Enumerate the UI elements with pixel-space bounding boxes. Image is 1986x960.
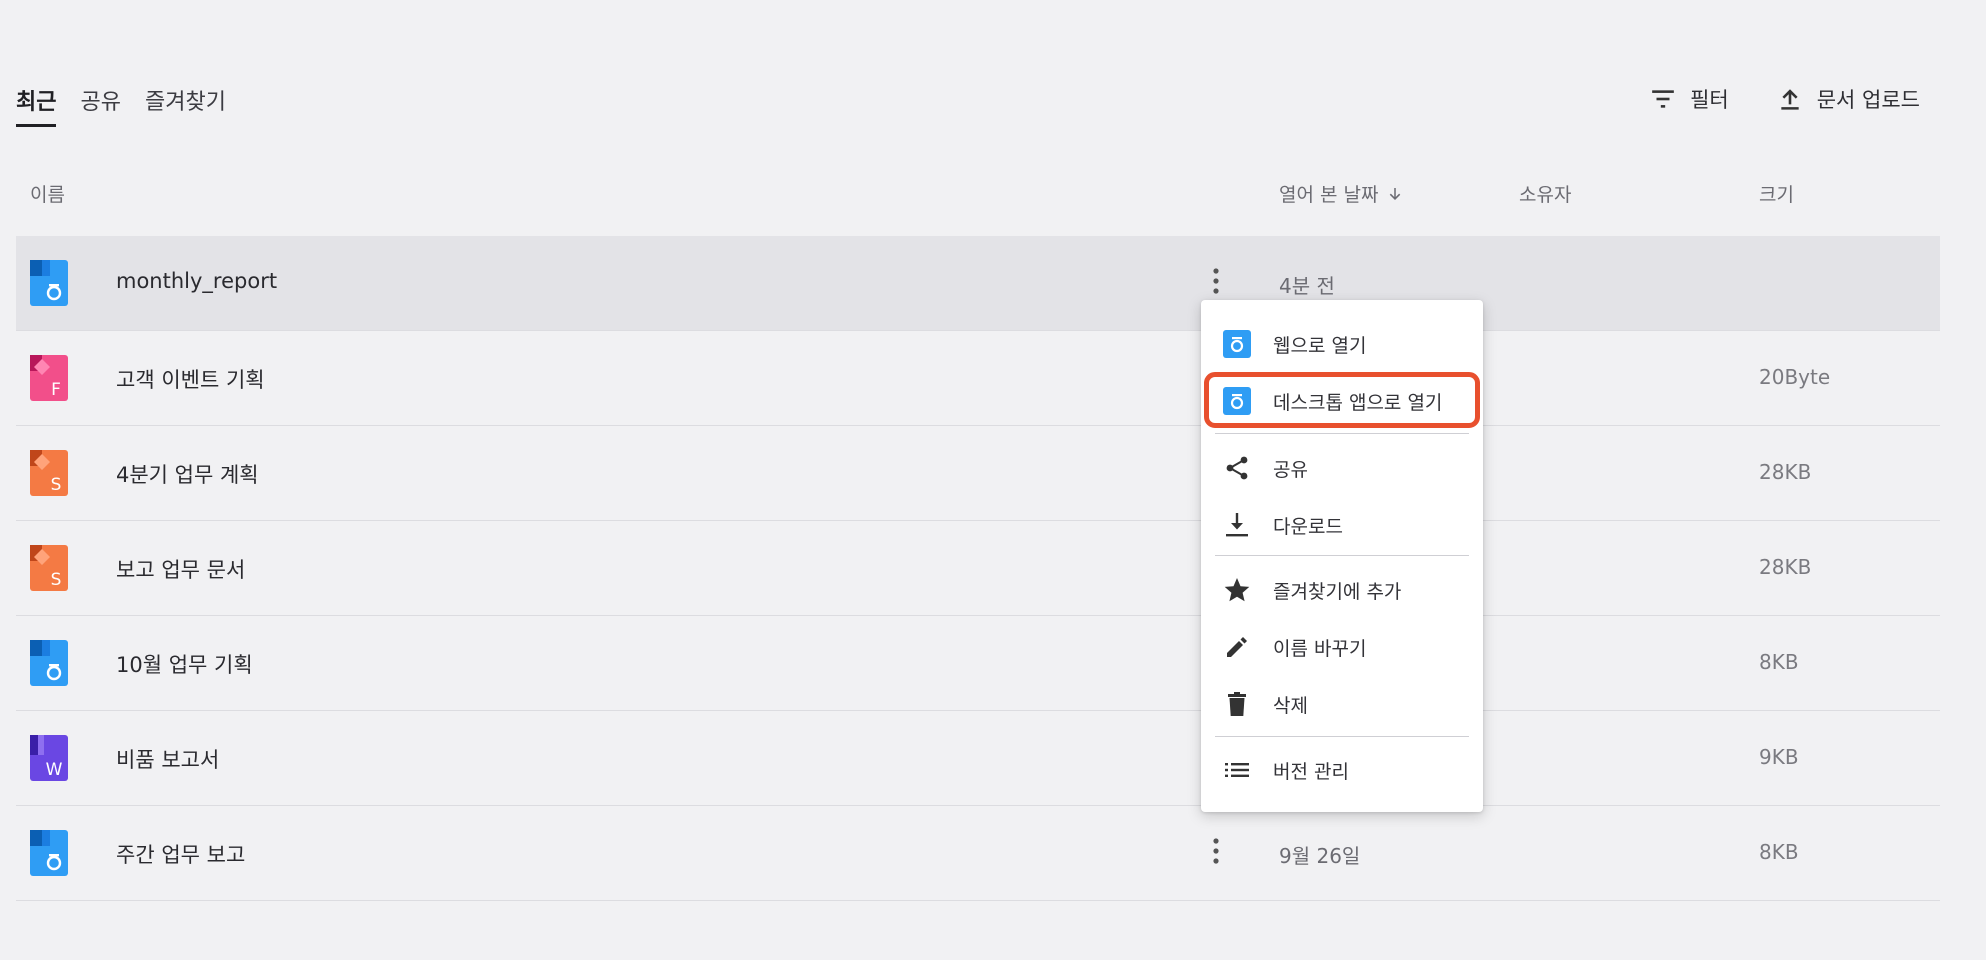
tab-bar: 최근 공유 즐겨찾기	[16, 84, 226, 127]
filter-icon	[1652, 90, 1674, 108]
context-menu: 웹으로 열기 데스크톱 앱으로 열기 공유 다운로드 즐겨찾기에 추가 이름 바…	[1201, 300, 1483, 812]
table-header: 이름 열어 본 날짜 소유자 크기	[16, 180, 1940, 232]
rename-menu-item[interactable]: 이름 바꾸기	[1201, 621, 1483, 671]
table-row[interactable]: monthly_report 4분 전	[16, 236, 1940, 331]
rename-label: 이름 바꾸기	[1273, 638, 1367, 660]
add-favorite-label: 즐겨찾기에 추가	[1273, 581, 1402, 603]
list-icon	[1225, 763, 1249, 777]
sheet-doc-icon: S	[30, 545, 68, 591]
file-name[interactable]: 비품 보고서	[116, 744, 219, 774]
file-name[interactable]: monthly_report	[116, 269, 277, 293]
download-menu-item[interactable]: 다운로드	[1201, 499, 1483, 549]
file-size: 9KB	[1759, 745, 1799, 769]
menu-divider	[1215, 736, 1469, 737]
sheet-doc-icon: S	[30, 450, 68, 496]
table-row[interactable]: 10월 업무 기획 8KB	[16, 616, 1940, 711]
column-header-opened[interactable]: 열어 본 날짜	[1279, 180, 1404, 207]
upload-icon	[1781, 89, 1799, 110]
file-name[interactable]: 보고 업무 문서	[116, 554, 245, 584]
table-row[interactable]: W 비품 보고서 9KB	[16, 711, 1940, 806]
toolbar: 필터 문서 업로드	[1650, 84, 1920, 114]
hangul-doc-icon	[30, 260, 68, 306]
file-size: 28KB	[1759, 555, 1812, 579]
file-size: 8KB	[1759, 650, 1799, 674]
delete-label: 삭제	[1273, 695, 1308, 717]
more-options-icon[interactable]	[1208, 266, 1224, 296]
hangul-doc-icon	[30, 830, 68, 876]
open-desktop-app-menu-item[interactable]: 데스크톱 앱으로 열기	[1204, 372, 1480, 428]
hangul-app-icon	[1223, 387, 1251, 415]
column-header-opened-label: 열어 본 날짜	[1279, 184, 1379, 206]
column-header-size[interactable]: 크기	[1759, 180, 1794, 207]
share-label: 공유	[1273, 459, 1308, 481]
file-name[interactable]: 10월 업무 기획	[116, 649, 253, 679]
open-desktop-app-label: 데스크톱 앱으로 열기	[1273, 392, 1443, 414]
file-size: 28KB	[1759, 460, 1812, 484]
file-name[interactable]: 주간 업무 보고	[116, 839, 245, 869]
more-options-icon[interactable]	[1208, 836, 1224, 866]
column-header-name[interactable]: 이름	[30, 180, 65, 207]
tab-shared[interactable]: 공유	[80, 84, 120, 127]
table-row[interactable]: 주간 업무 보고 9월 26일 8KB	[16, 806, 1940, 901]
menu-divider	[1215, 433, 1469, 434]
file-name[interactable]: 고객 이벤트 기획	[116, 364, 265, 394]
add-favorite-menu-item[interactable]: 즐겨찾기에 추가	[1201, 564, 1483, 614]
filter-button[interactable]: 필터	[1650, 84, 1729, 114]
download-icon	[1226, 513, 1248, 537]
table-row[interactable]: S 4분기 업무 계획 28KB	[16, 426, 1940, 521]
file-name[interactable]: 4분기 업무 계획	[116, 459, 259, 489]
filter-label: 필터	[1690, 88, 1729, 112]
word-doc-icon: W	[30, 735, 68, 781]
upload-label: 문서 업로드	[1816, 88, 1920, 112]
svg-text:W: W	[46, 760, 63, 780]
trash-icon	[1228, 692, 1246, 716]
share-icon	[1226, 456, 1248, 480]
opened-date: 9월 26일	[1279, 844, 1361, 868]
tab-recent[interactable]: 최근	[16, 84, 57, 127]
hangul-app-icon	[1223, 330, 1251, 358]
table-row[interactable]: S 보고 업무 문서 28KB	[16, 521, 1940, 616]
pencil-icon	[1227, 637, 1247, 657]
sort-down-arrow-icon	[1390, 187, 1401, 200]
version-manage-label: 버전 관리	[1273, 761, 1349, 783]
open-web-label: 웹으로 열기	[1273, 335, 1367, 357]
svg-text:F: F	[51, 380, 61, 400]
svg-text:S: S	[51, 475, 62, 495]
share-menu-item[interactable]: 공유	[1201, 442, 1483, 492]
file-size: 20Byte	[1759, 365, 1831, 389]
svg-text:S: S	[51, 570, 62, 590]
form-doc-icon: F	[30, 355, 68, 401]
version-manage-menu-item[interactable]: 버전 관리	[1201, 744, 1483, 794]
download-label: 다운로드	[1273, 516, 1343, 538]
tab-favorites[interactable]: 즐겨찾기	[145, 84, 226, 127]
upload-document-button[interactable]: 문서 업로드	[1777, 84, 1920, 114]
delete-menu-item[interactable]: 삭제	[1201, 678, 1483, 728]
file-list: monthly_report 4분 전 F 고객 이벤트 기획 20Byte S…	[16, 236, 1940, 901]
opened-date: 4분 전	[1279, 274, 1335, 298]
open-web-menu-item[interactable]: 웹으로 열기	[1201, 318, 1483, 368]
table-row[interactable]: F 고객 이벤트 기획 20Byte	[16, 331, 1940, 426]
file-browser-page: 최근 공유 즐겨찾기 필터 문서 업로드 이름 열어 본 날짜 소유자 크기 m…	[0, 0, 1986, 960]
menu-divider	[1215, 555, 1469, 556]
column-header-owner[interactable]: 소유자	[1519, 180, 1571, 207]
file-size: 8KB	[1759, 840, 1799, 864]
star-icon	[1224, 578, 1250, 602]
hangul-doc-icon	[30, 640, 68, 686]
